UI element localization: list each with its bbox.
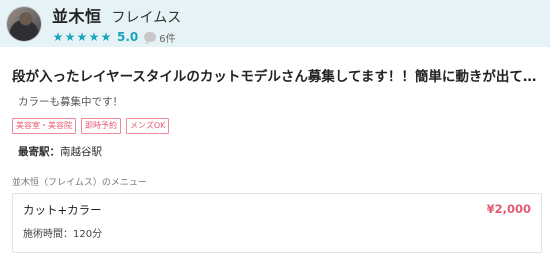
stylist-avatar[interactable]	[6, 5, 42, 42]
stylist-info: 並木恒 フレイムス ★ ★ ★ ★ ★ 5.0 6件	[52, 3, 181, 45]
review-count[interactable]: 6件	[159, 30, 175, 45]
tag-salon: 美容室・美容院	[12, 118, 76, 134]
star-icon: ★	[88, 30, 100, 44]
station-label: 最寄駅：	[18, 146, 60, 158]
star-icon: ★	[64, 30, 76, 44]
stylist-card[interactable]: 並木恒 フレイムス ★ ★ ★ ★ ★ 5.0 6件 段が入ったレイヤースタイル…	[0, 0, 550, 253]
star-icon: ★	[100, 30, 112, 44]
post-body: 段が入ったレイヤースタイルのカットモデルさん募集してます！！簡単に動きが出てかわ…	[0, 65, 550, 253]
menu-item[interactable]: カット+カラー ¥2,000 施術時間：120分	[12, 193, 542, 253]
menu-item-name: カット+カラー	[23, 203, 102, 217]
salon-name[interactable]: フレイムス	[112, 7, 182, 27]
rating-row: ★ ★ ★ ★ ★ 5.0 6件	[52, 30, 181, 45]
stylist-header[interactable]: 並木恒 フレイムス ★ ★ ★ ★ ★ 5.0 6件	[0, 0, 550, 47]
tag-mens-ok: メンズOK	[126, 118, 170, 134]
tag-list: 美容室・美容院 即時予約 メンズOK	[12, 118, 542, 134]
menu-item-duration: 施術時間：120分	[23, 229, 103, 240]
star-icon: ★	[76, 30, 88, 44]
tag-instant-booking: 即時予約	[81, 118, 121, 134]
post-headline[interactable]: 段が入ったレイヤースタイルのカットモデルさん募集してます！！簡単に動きが出てかわ…	[12, 65, 542, 85]
post-subtext: カラーも募集中です！	[18, 96, 123, 108]
name-row: 並木恒 フレイムス	[52, 3, 181, 27]
menu-item-price: ¥2,000	[486, 202, 531, 216]
rating-stars: ★ ★ ★ ★ ★	[52, 31, 112, 43]
rating-value: 5.0	[117, 30, 139, 44]
stylist-name[interactable]: 並木恒	[52, 3, 102, 27]
nearest-station: 最寄駅：南越谷駅	[18, 144, 542, 159]
station-value: 南越谷駅	[60, 146, 102, 158]
menu-section-title: 並木恒（フレイムス）のメニュー	[12, 178, 147, 188]
star-icon: ★	[52, 30, 64, 44]
review-bubble-icon	[144, 32, 157, 44]
